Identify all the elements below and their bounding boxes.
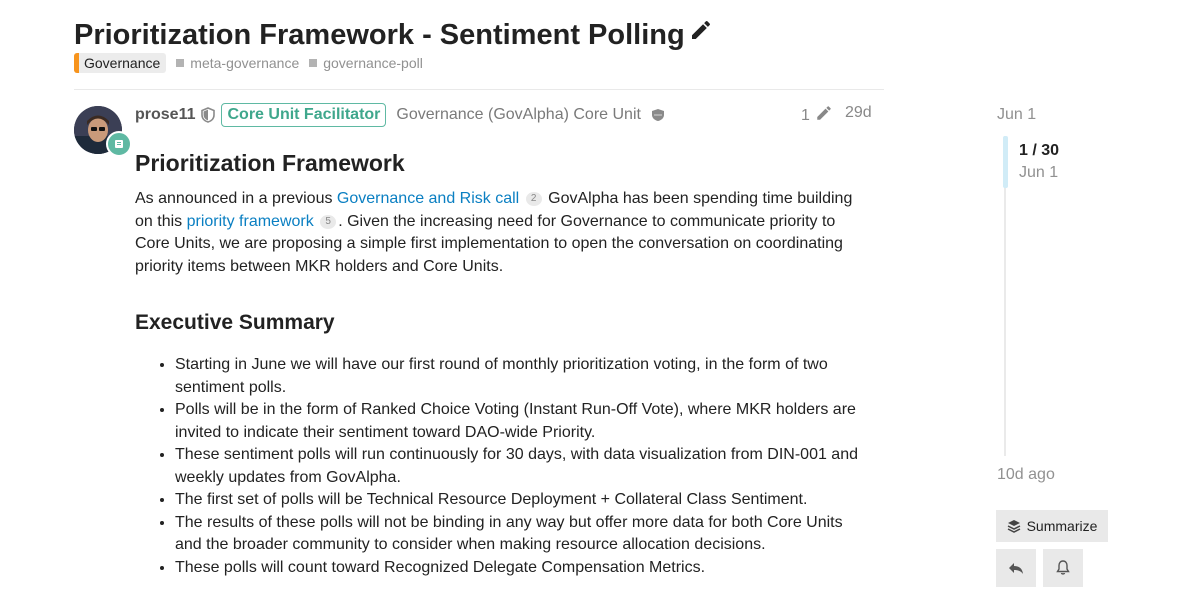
layers-icon (1007, 520, 1020, 533)
tag-label[interactable]: governance-poll (323, 55, 423, 71)
list-item: These polls will count toward Recognized… (175, 557, 870, 580)
summarize-label: Summarize (1026, 518, 1098, 534)
topic-tags: Governance meta-governance governance-po… (74, 52, 423, 74)
topic-title-text[interactable]: Prioritization Framework - Sentiment Pol… (74, 19, 685, 51)
reply-icon (1009, 563, 1023, 574)
pencil-icon (815, 104, 833, 127)
list-item: Starting in June we will have our first … (175, 354, 870, 399)
post-heading: Prioritization Framework (135, 150, 405, 176)
intro-text: As announced in a previous (135, 190, 337, 207)
pencil-icon[interactable] (689, 14, 713, 52)
list-item: These sentiment polls will run continuou… (175, 444, 870, 489)
tag-square-icon (309, 59, 318, 67)
section-heading: Executive Summary (135, 311, 335, 334)
reply-button[interactable] (996, 549, 1036, 587)
title-divider (74, 89, 884, 90)
post-body: Prioritization Framework As announced in… (135, 148, 870, 579)
governance-risk-call-link[interactable]: Governance and Risk call (337, 190, 519, 207)
post-date[interactable]: 29d (845, 104, 872, 122)
user-title-badge: Core Unit Facilitator (221, 103, 387, 127)
list-item: The results of these polls will not be b… (175, 512, 870, 557)
link-click-count: 5 (320, 214, 337, 229)
timeline-last-activity[interactable]: 10d ago (997, 466, 1055, 484)
tag-meta-governance[interactable]: meta-governance (176, 55, 299, 71)
bell-icon (1056, 560, 1070, 575)
edit-history-button[interactable]: 1 (801, 104, 838, 127)
list-item: Polls will be in the form of Ranked Choi… (175, 399, 870, 444)
tag-square-icon (176, 59, 185, 67)
summarize-button[interactable]: Summarize (996, 510, 1108, 542)
edit-count: 1 (801, 106, 810, 124)
category-name[interactable]: Governance (79, 55, 166, 71)
tag-label[interactable]: meta-governance (190, 55, 299, 71)
topic-title[interactable]: Prioritization Framework - Sentiment Pol… (74, 16, 713, 55)
tag-governance-poll[interactable]: governance-poll (309, 55, 423, 71)
shield-icon (201, 107, 216, 123)
summary-list: Starting in June we will have our first … (135, 354, 870, 579)
user-flair-icon (106, 131, 132, 157)
user-organization: Governance (GovAlpha) Core Unit (396, 106, 641, 123)
post-meta: prose11 Core Unit Facilitator Governance… (135, 102, 665, 128)
username[interactable]: prose11 (135, 106, 195, 124)
timeline-handle[interactable] (1003, 136, 1008, 188)
timeline-handle-date: Jun 1 (1019, 164, 1059, 181)
group-icon (651, 108, 665, 122)
notification-button[interactable] (1043, 549, 1083, 587)
category-badge[interactable]: Governance (74, 53, 167, 73)
timeline-start-date[interactable]: Jun 1 (997, 106, 1036, 124)
list-item: The first set of polls will be Technical… (175, 489, 870, 512)
link-click-count: 2 (525, 192, 542, 206)
priority-framework-link[interactable]: priority framework (187, 213, 314, 230)
post-intro: As announced in a previous Governance an… (135, 188, 870, 278)
timeline-position: 1 / 30 (1019, 142, 1060, 159)
